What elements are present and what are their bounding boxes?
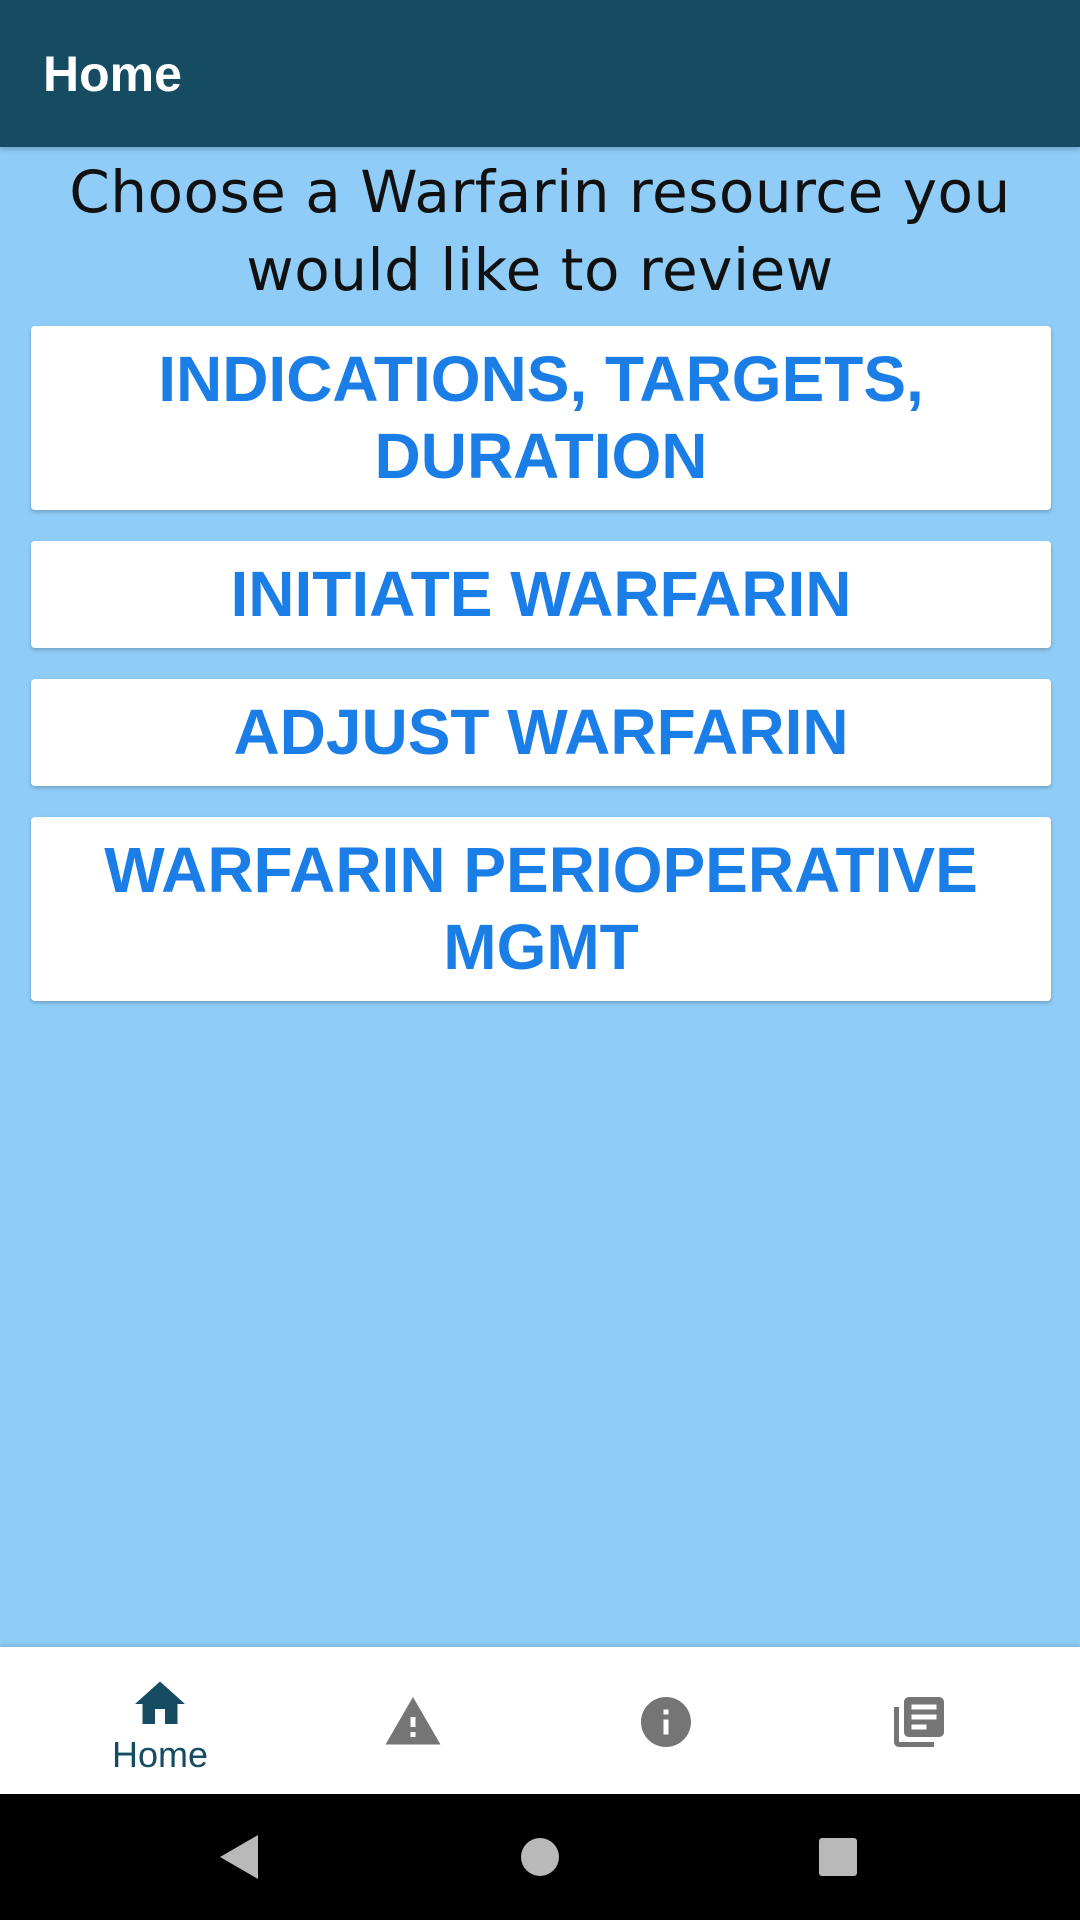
back-triangle-icon[interactable] (210, 1827, 270, 1887)
app-bar-title: Home (43, 46, 182, 102)
warfarin-perioperative-mgmt-button[interactable]: WARFARIN PERIOPERATIVE MGMT (31, 817, 1051, 1001)
page-heading: Choose a Warfarin resource you would lik… (69, 158, 1011, 304)
home-icon (135, 1681, 185, 1724)
nav-item-warnings[interactable] (278, 1647, 548, 1794)
initiate-warfarin-button[interactable]: INITIATE WARFARIN (31, 541, 1051, 648)
indications-targets-duration-button[interactable]: INDICATIONS, TARGETS, DURATION (31, 326, 1051, 510)
system-navigation-bar (0, 1794, 1080, 1920)
nav-item-library[interactable] (784, 1647, 1054, 1794)
nav-item-info[interactable] (531, 1647, 801, 1794)
library-books-icon (894, 1697, 944, 1747)
bottom-navigation: Home (0, 1647, 1080, 1794)
info-icon (641, 1697, 691, 1747)
recents-square-icon[interactable] (808, 1827, 868, 1887)
adjust-warfarin-button[interactable]: ADJUST WARFARIN (31, 679, 1051, 786)
main-content: Choose a Warfarin resource you would lik… (0, 147, 1080, 1647)
home-circle-icon[interactable] (510, 1827, 570, 1887)
nav-item-home[interactable]: Home (25, 1647, 295, 1794)
nav-item-home-label: Home (111, 1734, 209, 1775)
app-bar: Home (0, 0, 1080, 147)
warning-icon (385, 1697, 441, 1745)
screen: Home Choose a Warfarin resource you woul… (0, 0, 1080, 1920)
